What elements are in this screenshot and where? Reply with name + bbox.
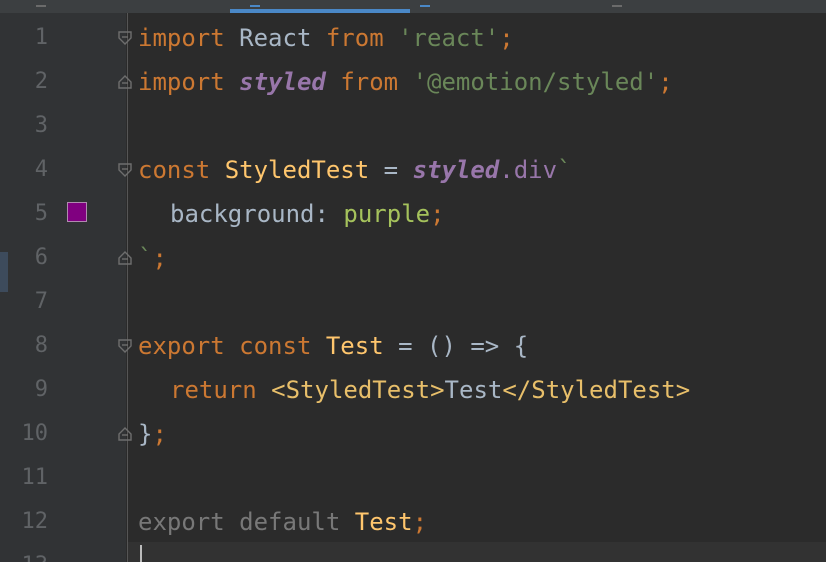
keyword: import — [138, 24, 225, 52]
fold-open-icon[interactable] — [118, 339, 132, 353]
identifier: React — [239, 24, 312, 52]
jsx-text: Test — [444, 376, 503, 404]
line-number: 3 — [34, 113, 48, 138]
fold-open-icon[interactable] — [118, 31, 132, 45]
tool-window-marker[interactable] — [0, 252, 8, 292]
keyword: return — [170, 376, 257, 404]
template-tick: ` — [138, 244, 153, 272]
code-line-12[interactable]: export default Test; — [138, 500, 427, 544]
css-property: background: — [170, 200, 329, 228]
semicolon: ; — [152, 244, 167, 272]
line-number: 7 — [34, 289, 48, 314]
closing-brace: } — [138, 420, 153, 448]
semicolon: ; — [152, 420, 167, 448]
line-number: 4 — [34, 157, 48, 182]
code-line-5[interactable]: background: purple; — [170, 192, 445, 236]
identifier: styled — [239, 68, 326, 96]
fold-close-icon[interactable] — [118, 427, 132, 441]
keyword: from — [325, 24, 384, 52]
line-number: 8 — [34, 333, 48, 358]
code-line-8[interactable]: export const Test = () => { — [138, 324, 528, 368]
file-icon — [250, 0, 260, 7]
keyword: const — [138, 156, 211, 184]
code-line-2[interactable]: import styled from '@emotion/styled'; — [138, 60, 673, 104]
code-line-10[interactable]: }; — [138, 412, 167, 456]
identifier: styled — [412, 156, 500, 184]
template-tick: ` — [557, 156, 572, 184]
identifier: Test — [325, 332, 384, 360]
tab-icon — [612, 0, 622, 7]
semicolon: ; — [499, 24, 514, 52]
arrow-function: = () => { — [398, 332, 529, 360]
jsx-open-tag: <StyledTest> — [271, 376, 445, 404]
css-value: purple — [343, 200, 431, 228]
keyword: default — [239, 508, 341, 536]
tab-icon — [36, 0, 46, 7]
jsx-close-tag: </StyledTest> — [502, 376, 691, 404]
keyword: export — [138, 332, 225, 360]
fold-close-icon[interactable] — [118, 251, 132, 265]
line-number: 12 — [21, 509, 49, 534]
keyword: from — [340, 68, 399, 96]
file-icon — [420, 0, 430, 7]
line-number: 2 — [34, 69, 48, 94]
line-number: 5 — [34, 201, 48, 226]
text-caret — [140, 545, 142, 562]
semicolon: ; — [430, 200, 445, 228]
line-number: 11 — [21, 465, 49, 490]
keyword: const — [239, 332, 312, 360]
line-number: 10 — [21, 421, 49, 446]
gutter-divider — [127, 13, 128, 562]
member-access: .div — [499, 156, 558, 184]
semicolon: ; — [658, 68, 673, 96]
line-number: 1 — [34, 25, 48, 50]
editor-tab-bar — [0, 0, 826, 13]
semicolon: ; — [412, 508, 428, 536]
string-literal: 'react' — [398, 24, 500, 52]
tab-inactive[interactable] — [410, 9, 610, 13]
line-number: 6 — [34, 245, 48, 270]
fold-close-icon[interactable] — [118, 75, 132, 89]
code-editor[interactable]: 1 2 3 4 5 6 7 8 9 10 11 12 13 import Rea… — [0, 0, 826, 562]
current-line-highlight — [128, 542, 826, 562]
fold-open-icon[interactable] — [118, 163, 132, 177]
keyword: import — [138, 68, 225, 96]
line-number: 13 — [8, 544, 49, 562]
code-line-4[interactable]: const StyledTest = styled.div` — [138, 148, 572, 192]
identifier: StyledTest — [224, 156, 370, 184]
code-line-9[interactable]: return <StyledTest>Test</StyledTest> — [170, 368, 690, 412]
identifier: Test — [354, 508, 413, 536]
string-literal: '@emotion/styled' — [412, 68, 659, 96]
code-line-1[interactable]: import React from 'react'; — [138, 16, 514, 60]
tab-active[interactable] — [230, 9, 410, 13]
keyword: export — [138, 508, 225, 536]
color-swatch-icon[interactable] — [67, 202, 87, 222]
line-number: 9 — [34, 377, 48, 402]
code-line-6[interactable]: `; — [138, 236, 167, 280]
operator: = — [383, 156, 399, 184]
